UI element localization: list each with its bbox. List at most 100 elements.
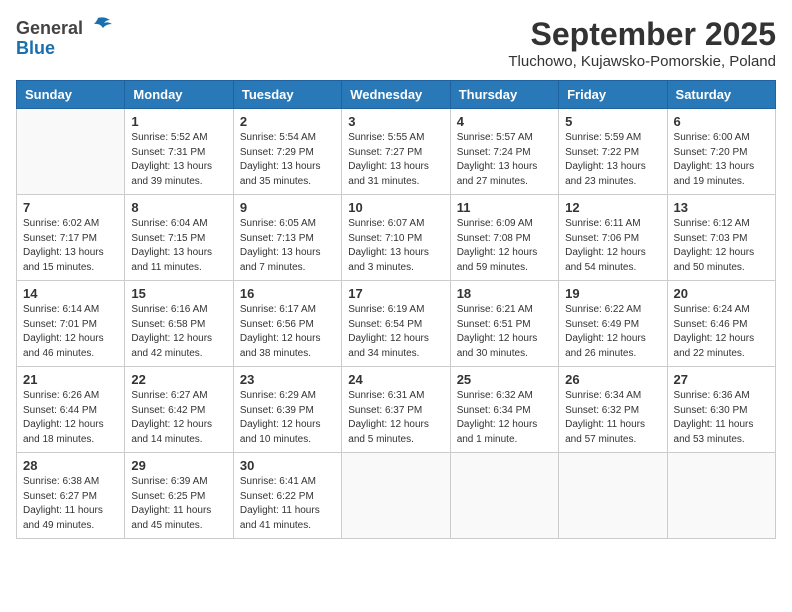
calendar-cell: 25 Sunrise: 6:32 AMSunset: 6:34 PMDayligh… [450,367,558,453]
day-info: Sunrise: 6:26 AMSunset: 6:44 PMDaylight:… [23,389,118,447]
calendar-week-row: 7 Sunrise: 6:02 AMSunset: 7:17 PMDaylight… [17,195,776,281]
day-number: 26 [565,372,660,387]
calendar-week-row: 21 Sunrise: 6:26 AMSunset: 6:44 PMDayligh… [17,367,776,453]
day-number: 7 [23,200,118,215]
day-info: Sunrise: 5:57 AMSunset: 7:24 PMDaylight:… [457,131,552,189]
calendar-cell: 3 Sunrise: 5:55 AMSunset: 7:27 PMDaylight… [342,109,450,195]
calendar-cell: 23 Sunrise: 6:29 AMSunset: 6:39 PMDayligh… [233,367,341,453]
day-number: 17 [348,286,443,301]
day-number: 16 [240,286,335,301]
day-info: Sunrise: 6:16 AMSunset: 6:58 PMDaylight:… [131,303,226,361]
calendar-cell: 1Sunrise: 5:52 AMSunset: 7:31 PMDaylight… [125,109,233,195]
weekday-header-saturday: Saturday [667,81,775,109]
weekday-header-thursday: Thursday [450,81,558,109]
day-info: Sunrise: 6:21 AMSunset: 6:51 PMDaylight:… [457,303,552,361]
day-info: Sunrise: 6:02 AMSunset: 7:17 PMDaylight:… [23,217,118,275]
day-info: Sunrise: 6:14 AMSunset: 7:01 PMDaylight:… [23,303,118,361]
weekday-header-friday: Friday [559,81,667,109]
day-info: Sunrise: 6:38 AMSunset: 6:27 PMDaylight:… [23,475,118,533]
day-number: 2 [240,114,335,129]
logo-general: General [16,18,83,38]
logo-blue: Blue [16,38,55,58]
day-info: Sunrise: 5:54 AMSunset: 7:29 PMDaylight:… [240,131,335,189]
weekday-header-sunday: Sunday [17,81,125,109]
day-info: Sunrise: 6:31 AMSunset: 6:37 PMDaylight:… [348,389,443,447]
day-info: Sunrise: 6:07 AMSunset: 7:10 PMDaylight:… [348,217,443,275]
day-info: Sunrise: 6:11 AMSunset: 7:06 PMDaylight:… [565,217,660,275]
weekday-header-wednesday: Wednesday [342,81,450,109]
calendar-cell: 26 Sunrise: 6:34 AMSunset: 6:32 PMDayligh… [559,367,667,453]
calendar-cell: 28 Sunrise: 6:38 AMSunset: 6:27 PMDayligh… [17,453,125,539]
calendar-cell: 8Sunrise: 6:04 AMSunset: 7:15 PMDaylight… [125,195,233,281]
day-number: 10 [348,200,443,215]
day-info: Sunrise: 6:39 AMSunset: 6:25 PMDaylight:… [131,475,226,533]
day-info: Sunrise: 6:22 AMSunset: 6:49 PMDaylight:… [565,303,660,361]
weekday-header-row: SundayMondayTuesdayWednesdayThursdayFrid… [17,81,776,109]
day-info: Sunrise: 6:09 AMSunset: 7:08 PMDaylight:… [457,217,552,275]
calendar: SundayMondayTuesdayWednesdayThursdayFrid… [16,80,776,539]
day-number: 13 [674,200,769,215]
title-area: September 2025 Tluchowo, Kujawsko-Pomors… [508,16,776,70]
day-number: 28 [23,458,118,473]
calendar-cell: 15 Sunrise: 6:16 AMSunset: 6:58 PMDayligh… [125,281,233,367]
calendar-cell: 29Sunrise: 6:39 AMSunset: 6:25 PMDayligh… [125,453,233,539]
day-info: Sunrise: 6:19 AMSunset: 6:54 PMDaylight:… [348,303,443,361]
calendar-cell: 11 Sunrise: 6:09 AMSunset: 7:08 PMDayligh… [450,195,558,281]
day-info: Sunrise: 6:24 AMSunset: 6:46 PMDaylight:… [674,303,769,361]
logo-bird-icon [90,16,112,34]
day-number: 6 [674,114,769,129]
calendar-week-row: 14 Sunrise: 6:14 AMSunset: 7:01 PMDayligh… [17,281,776,367]
calendar-cell: 2 Sunrise: 5:54 AMSunset: 7:29 PMDaylight… [233,109,341,195]
calendar-cell: 18 Sunrise: 6:21 AMSunset: 6:51 PMDayligh… [450,281,558,367]
calendar-cell [667,453,775,539]
calendar-cell: 7 Sunrise: 6:02 AMSunset: 7:17 PMDaylight… [17,195,125,281]
calendar-cell: 20 Sunrise: 6:24 AMSunset: 6:46 PMDayligh… [667,281,775,367]
day-number: 11 [457,200,552,215]
calendar-cell: 16 Sunrise: 6:17 AMSunset: 6:56 PMDayligh… [233,281,341,367]
day-number: 25 [457,372,552,387]
day-info: Sunrise: 6:00 AMSunset: 7:20 PMDaylight:… [674,131,769,189]
day-info: Sunrise: 6:34 AMSunset: 6:32 PMDaylight:… [565,389,660,447]
day-number: 24 [348,372,443,387]
day-number: 5 [565,114,660,129]
day-info: Sunrise: 6:04 AMSunset: 7:15 PMDaylight:… [131,217,226,275]
calendar-cell [17,109,125,195]
day-number: 3 [348,114,443,129]
day-number: 23 [240,372,335,387]
calendar-cell: 13 Sunrise: 6:12 AMSunset: 7:03 PMDayligh… [667,195,775,281]
day-info: Sunrise: 6:05 AMSunset: 7:13 PMDaylight:… [240,217,335,275]
calendar-cell: 4 Sunrise: 5:57 AMSunset: 7:24 PMDaylight… [450,109,558,195]
day-info: Sunrise: 6:27 AMSunset: 6:42 PMDaylight:… [131,389,226,447]
day-info: Sunrise: 6:36 AMSunset: 6:30 PMDaylight:… [674,389,769,447]
calendar-week-row: 1Sunrise: 5:52 AMSunset: 7:31 PMDaylight… [17,109,776,195]
calendar-cell [559,453,667,539]
day-number: 4 [457,114,552,129]
calendar-cell [450,453,558,539]
day-number: 21 [23,372,118,387]
weekday-header-tuesday: Tuesday [233,81,341,109]
day-number: 9 [240,200,335,215]
calendar-cell: 6 Sunrise: 6:00 AMSunset: 7:20 PMDaylight… [667,109,775,195]
calendar-cell: 5Sunrise: 5:59 AMSunset: 7:22 PMDaylight… [559,109,667,195]
day-number: 30 [240,458,335,473]
day-number: 27 [674,372,769,387]
calendar-week-row: 28 Sunrise: 6:38 AMSunset: 6:27 PMDayligh… [17,453,776,539]
location-title: Tluchowo, Kujawsko-Pomorskie, Poland [508,53,776,70]
day-info: Sunrise: 5:55 AMSunset: 7:27 PMDaylight:… [348,131,443,189]
month-title: September 2025 [508,16,776,53]
day-info: Sunrise: 6:29 AMSunset: 6:39 PMDaylight:… [240,389,335,447]
day-number: 20 [674,286,769,301]
day-info: Sunrise: 6:17 AMSunset: 6:56 PMDaylight:… [240,303,335,361]
day-number: 14 [23,286,118,301]
day-info: Sunrise: 6:32 AMSunset: 6:34 PMDaylight:… [457,389,552,447]
calendar-cell: 30Sunrise: 6:41 AMSunset: 6:22 PMDayligh… [233,453,341,539]
calendar-cell [342,453,450,539]
day-number: 19 [565,286,660,301]
calendar-cell: 27 Sunrise: 6:36 AMSunset: 6:30 PMDayligh… [667,367,775,453]
day-number: 15 [131,286,226,301]
day-number: 18 [457,286,552,301]
day-info: Sunrise: 6:12 AMSunset: 7:03 PMDaylight:… [674,217,769,275]
header: General Blue September 2025 Tluchowo, Ku… [16,16,776,70]
calendar-cell: 24 Sunrise: 6:31 AMSunset: 6:37 PMDayligh… [342,367,450,453]
calendar-cell: 10 Sunrise: 6:07 AMSunset: 7:10 PMDayligh… [342,195,450,281]
